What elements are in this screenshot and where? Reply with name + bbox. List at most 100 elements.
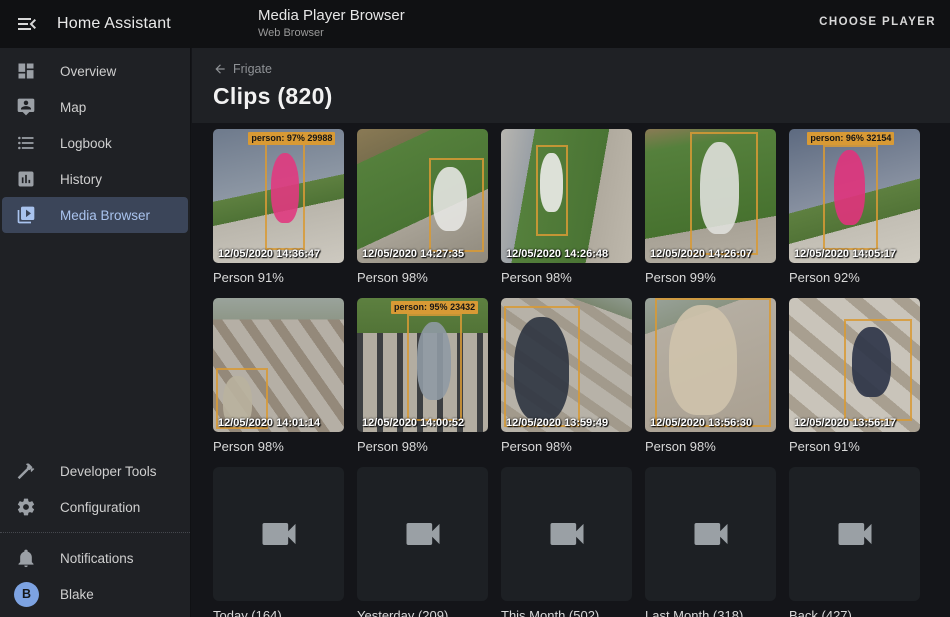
sidebar-divider <box>0 532 190 533</box>
folder-tile[interactable]: Yesterday (209) <box>357 467 488 617</box>
clip-label: Person 91% <box>213 270 344 285</box>
clip-thumbnail: 12/05/2020 14:26:48 <box>501 129 632 263</box>
gear-icon <box>16 497 36 517</box>
clip-label: Person 98% <box>357 439 488 454</box>
clip-label: Person 98% <box>645 439 776 454</box>
folder-thumbnail <box>357 467 488 601</box>
video-camera-icon <box>401 512 445 556</box>
sidebar-item-label: Media Browser <box>60 208 150 223</box>
clip-timestamp: 12/05/2020 13:56:30 <box>650 417 752 429</box>
content-header: Frigate Clips (820) <box>192 48 950 123</box>
folder-thumbnail <box>213 467 344 601</box>
clip-label: Person 99% <box>645 270 776 285</box>
page-title: Clips (820) <box>213 83 934 110</box>
media-browser-content: Frigate Clips (820) 12/05/2020 14:36:47 … <box>192 48 950 617</box>
clip-thumbnail: 12/05/2020 14:36:47 person: 97% 29988 <box>213 129 344 263</box>
sidebar-item-label: Map <box>60 100 86 115</box>
folder-tile[interactable]: Last Month (318) <box>645 467 776 617</box>
clip-thumbnail: 12/05/2020 14:26:07 <box>645 129 776 263</box>
clip-timestamp: 12/05/2020 13:56:17 <box>794 417 896 429</box>
folder-label: Last Month (318) <box>645 608 776 617</box>
clip-label: Person 98% <box>501 439 632 454</box>
video-camera-icon <box>257 512 301 556</box>
video-camera-icon <box>545 512 589 556</box>
folder-thumbnail <box>645 467 776 601</box>
folder-label: Today (164) <box>213 608 344 617</box>
panel-header: Media Player Browser Web Browser <box>258 7 405 39</box>
clip-label: Person 98% <box>357 270 488 285</box>
sidebar-item-history[interactable]: History <box>2 161 188 197</box>
sidebar-item-label: Configuration <box>60 500 140 515</box>
profile-name: Blake <box>60 587 94 602</box>
video-camera-icon <box>689 512 733 556</box>
breadcrumb-label: Frigate <box>233 62 272 76</box>
sidebar-item-label: Logbook <box>60 136 112 151</box>
clip-tile[interactable]: 12/05/2020 14:27:35 Person 98% <box>357 129 488 285</box>
menu-open-icon[interactable] <box>15 12 39 36</box>
clip-timestamp: 12/05/2020 14:05:17 <box>794 248 896 260</box>
clip-tile[interactable]: 12/05/2020 14:36:47 person: 97% 29988 Pe… <box>213 129 344 285</box>
detection-chip: person: 96% 32154 <box>807 132 894 145</box>
clip-tile[interactable]: 12/05/2020 14:01:14 Person 98% <box>213 298 344 454</box>
sidebar-item-media-browser[interactable]: Media Browser <box>2 197 188 233</box>
detection-bounding-box <box>844 319 912 421</box>
sidebar-item-label: Overview <box>60 64 116 79</box>
detection-bounding-box <box>504 306 580 427</box>
clip-timestamp: 12/05/2020 14:26:07 <box>650 248 752 260</box>
sidebar-nav: Overview Map Logbook History Media Brows… <box>0 48 190 233</box>
hammer-icon <box>16 461 36 481</box>
sidebar-item-developer-tools[interactable]: Developer Tools <box>2 453 188 489</box>
clip-tile[interactable]: 12/05/2020 14:26:07 Person 99% <box>645 129 776 285</box>
clip-thumbnail: 12/05/2020 14:05:17 person: 96% 32154 <box>789 129 920 263</box>
sidebar-item-label: Developer Tools <box>60 464 157 479</box>
sidebar: Overview Map Logbook History Media Brows… <box>0 48 191 617</box>
detection-chip: person: 97% 29988 <box>248 132 335 145</box>
detection-bounding-box <box>690 132 758 255</box>
choose-player-button[interactable]: CHOOSE PLAYER <box>819 16 936 28</box>
view-dashboard-icon <box>16 61 36 81</box>
clip-thumbnail: 12/05/2020 14:00:52 person: 95% 23432 <box>357 298 488 432</box>
sidebar-bottom: Developer Tools Configuration Notificati… <box>0 453 190 612</box>
back-arrow-icon <box>213 62 227 76</box>
clip-tile[interactable]: 12/05/2020 13:59:49 Person 98% <box>501 298 632 454</box>
breadcrumb[interactable]: Frigate <box>213 62 934 76</box>
folder-label: Back (427) <box>789 608 920 617</box>
panel-title: Media Player Browser <box>258 7 405 24</box>
sidebar-item-label: Notifications <box>60 551 134 566</box>
sidebar-item-overview[interactable]: Overview <box>2 53 188 89</box>
chart-box-icon <box>16 169 36 189</box>
detection-bounding-box <box>407 314 462 421</box>
sidebar-item-configuration[interactable]: Configuration <box>2 489 188 525</box>
folder-tile[interactable]: This Month (502) <box>501 467 632 617</box>
video-camera-icon <box>833 512 877 556</box>
app-title: Home Assistant <box>57 15 171 33</box>
clip-tile[interactable]: 12/05/2020 14:26:48 Person 98% <box>501 129 632 285</box>
detection-chip: person: 95% 23432 <box>391 301 478 314</box>
sidebar-item-map[interactable]: Map <box>2 89 188 125</box>
clip-tile[interactable]: 12/05/2020 14:00:52 person: 95% 23432 Pe… <box>357 298 488 454</box>
avatar: B <box>14 582 39 607</box>
panel-subtitle: Web Browser <box>258 27 405 39</box>
clip-thumbnail: 12/05/2020 13:59:49 <box>501 298 632 432</box>
sidebar-item-label: History <box>60 172 102 187</box>
folder-tile[interactable]: Today (164) <box>213 467 344 617</box>
clip-tile[interactable]: 12/05/2020 13:56:30 Person 98% <box>645 298 776 454</box>
detection-bounding-box <box>429 158 484 252</box>
clip-tile[interactable]: 12/05/2020 13:56:17 Person 91% <box>789 298 920 454</box>
bell-icon <box>16 548 36 568</box>
detection-bounding-box <box>655 298 770 427</box>
clip-label: Person 92% <box>789 270 920 285</box>
sidebar-item-notifications[interactable]: Notifications <box>2 540 188 576</box>
detection-bounding-box <box>536 145 567 236</box>
app-bar: Home Assistant Media Player Browser Web … <box>0 0 950 48</box>
clip-timestamp: 12/05/2020 14:01:14 <box>218 417 320 429</box>
clip-thumbnail: 12/05/2020 14:01:14 <box>213 298 344 432</box>
sidebar-item-logbook[interactable]: Logbook <box>2 125 188 161</box>
tooltip-account-icon <box>16 97 36 117</box>
sidebar-profile[interactable]: B Blake <box>2 576 188 612</box>
clips-grid: 12/05/2020 14:36:47 person: 97% 29988 Pe… <box>192 123 950 617</box>
detection-bounding-box <box>823 145 878 250</box>
clip-tile[interactable]: 12/05/2020 14:05:17 person: 96% 32154 Pe… <box>789 129 920 285</box>
detection-bounding-box <box>265 140 304 250</box>
folder-tile[interactable]: Back (427) <box>789 467 920 617</box>
